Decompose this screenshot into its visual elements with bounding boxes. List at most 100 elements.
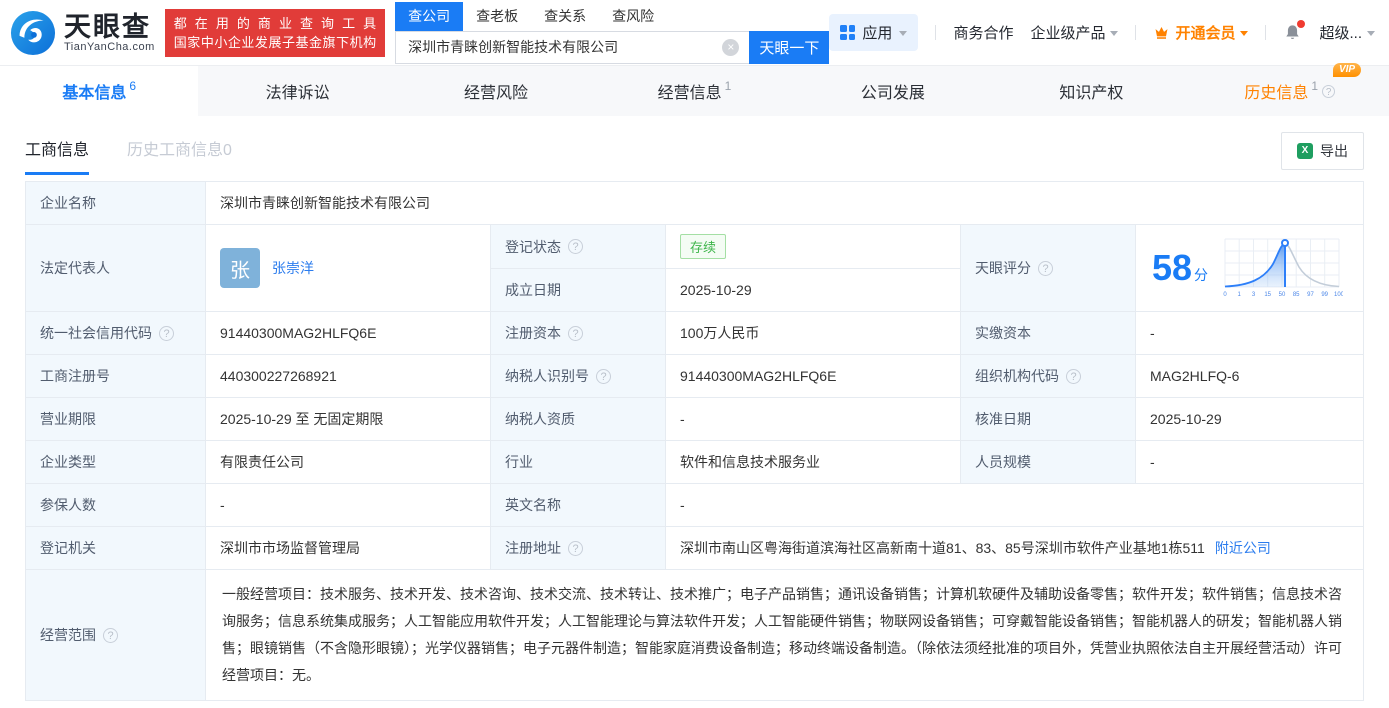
divider — [1135, 25, 1136, 40]
help-icon[interactable]: ? — [596, 369, 611, 384]
export-button[interactable]: X 导出 — [1281, 132, 1364, 170]
label-english-name: 英文名称 — [491, 484, 666, 527]
score-axis-tick: 0 — [1223, 292, 1227, 298]
value-staff-size: - — [1136, 441, 1364, 484]
value-credit-code: 91440300MAG2HLFQ6E — [206, 312, 491, 355]
score-axis-tick: 3 — [1252, 292, 1256, 298]
label-registered-capital: 注册资本 ? — [491, 312, 666, 355]
score-axis-tick: 100 — [1334, 292, 1343, 298]
apps-label: 应用 — [862, 22, 892, 43]
value-tianyan-score[interactable]: 58分 — [1136, 225, 1364, 312]
vip-badge: VIP — [1333, 63, 1361, 77]
apps-menu-button[interactable]: 应用 — [829, 14, 918, 51]
label-paid-capital: 实缴资本 — [961, 312, 1136, 355]
label-credit-code: 统一社会信用代码 ? — [26, 312, 206, 355]
help-icon[interactable]: ? — [159, 326, 174, 341]
value-approval-date: 2025-10-29 — [1136, 398, 1364, 441]
help-icon[interactable]: ? — [568, 239, 583, 254]
caret-down-icon — [899, 31, 907, 36]
business-info-table: 企业名称 深圳市青睐创新智能技术有限公司 法定代表人 张 张崇洋 登记状态 ? … — [25, 181, 1364, 701]
tab-intellectual-property[interactable]: 知识产权 — [992, 66, 1190, 116]
nav-open-vip[interactable]: 开通会员 — [1153, 22, 1248, 43]
value-paid-capital: - — [1136, 312, 1364, 355]
help-icon[interactable]: ? — [568, 326, 583, 341]
nearby-companies-link[interactable]: 附近公司 — [1215, 538, 1271, 558]
tab-legal-proceedings[interactable]: 法律诉讼 — [198, 66, 396, 116]
score-axis-tick: 50 — [1279, 292, 1286, 298]
tab-label: 基本信息 — [62, 79, 126, 103]
search-tab-company[interactable]: 查公司 — [395, 2, 463, 31]
score-axis-tick: 85 — [1293, 292, 1300, 298]
subtab-business-registration[interactable]: 工商信息 — [25, 136, 89, 175]
tab-basic-info[interactable]: 基本信息6 — [0, 66, 198, 116]
vip-crown-icon — [1153, 24, 1170, 41]
help-icon[interactable]: ? — [1066, 369, 1081, 384]
clear-search-icon[interactable]: × — [722, 39, 739, 56]
help-icon[interactable]: ? — [103, 628, 118, 643]
divider — [935, 25, 936, 40]
search-input[interactable] — [395, 31, 749, 64]
search-button[interactable]: 天眼一下 — [749, 31, 829, 64]
nav-account-label: 超级... — [1319, 22, 1362, 43]
label-approval-date: 核准日期 — [961, 398, 1136, 441]
tab-label: 经营风险 — [464, 79, 528, 103]
subtab-history-registration[interactable]: 历史工商信息0 — [127, 136, 232, 175]
help-icon[interactable]: ? — [1322, 85, 1335, 98]
value-registration-authority: 深圳市市场监督管理局 — [206, 527, 491, 570]
value-company-name: 深圳市青睐创新智能技术有限公司 — [206, 182, 1364, 225]
promo-banner-line1: 都在用的商业查询工具 — [174, 14, 376, 33]
value-insured-count: - — [206, 484, 491, 527]
help-icon[interactable]: ? — [568, 541, 583, 556]
score-number: 58分 — [1152, 247, 1208, 289]
header-nav: 应用 商务合作 企业级产品 开通会员 — [829, 14, 1375, 51]
tab-company-development[interactable]: 公司发展 — [794, 66, 992, 116]
tab-history-info[interactable]: 历史信息 1 ? VIP — [1191, 66, 1389, 116]
value-registered-address: 深圳市南山区粤海街道滨海社区高新南十道81、83、85号深圳市软件产业基地1栋5… — [666, 527, 1364, 570]
legal-rep-name-link[interactable]: 张崇洋 — [272, 258, 314, 278]
value-registration-status: 存续 — [666, 225, 961, 269]
value-industry: 软件和信息技术服务业 — [666, 441, 961, 484]
tab-label: 法律诉讼 — [266, 79, 330, 103]
tab-operation-info[interactable]: 经营信息1 — [595, 66, 793, 116]
promo-banner-line2: 国家中小企业发展子基金旗下机构 — [174, 33, 376, 52]
label-staff-size: 人员规模 — [961, 441, 1136, 484]
help-icon[interactable]: ? — [1038, 261, 1053, 276]
nav-business-cooperation[interactable]: 商务合作 — [953, 22, 1013, 43]
search-row: × 天眼一下 — [395, 31, 829, 64]
label-business-scope: 经营范围 ? — [26, 570, 206, 701]
label-organization-code: 组织机构代码 ? — [961, 355, 1136, 398]
apps-grid-icon — [840, 25, 855, 40]
value-taxpayer-id: 91440300MAG2HLFQ6E — [666, 355, 961, 398]
caret-down-icon — [1240, 31, 1248, 36]
score-distribution-chart: 0 1 3 15 50 85 97 99 100 — [1221, 233, 1343, 303]
label-registered-address: 注册地址 ? — [491, 527, 666, 570]
tianyancha-logo[interactable]: 天眼查 TianYanCha.com — [10, 10, 155, 56]
nav-account-menu[interactable]: 超级... — [1319, 22, 1375, 43]
search-tab-risk[interactable]: 查风险 — [599, 2, 667, 31]
label-industry: 行业 — [491, 441, 666, 484]
nav-enterprise-label: 企业级产品 — [1030, 22, 1105, 43]
label-establish-date: 成立日期 — [491, 269, 666, 312]
logo-domain: TianYanCha.com — [64, 41, 155, 53]
company-section-tabs: 基本信息6 法律诉讼 经营风险 经营信息1 公司发展 知识产权 历史信息 1 ?… — [0, 66, 1389, 116]
promo-banner: 都在用的商业查询工具 国家中小企业发展子基金旗下机构 — [165, 9, 385, 57]
subtab-row: 工商信息 历史工商信息0 X 导出 — [0, 116, 1389, 178]
search-block: 查公司 查老板 查关系 查风险 × 天眼一下 — [395, 2, 829, 64]
label-taxpayer-id: 纳税人识别号 ? — [491, 355, 666, 398]
label-registration-authority: 登记机关 — [26, 527, 206, 570]
value-organization-code: MAG2HLFQ-6 — [1136, 355, 1364, 398]
search-tab-relation[interactable]: 查关系 — [531, 2, 599, 31]
legal-rep-avatar[interactable]: 张 — [220, 248, 260, 288]
notifications-bell[interactable] — [1283, 23, 1302, 42]
nav-business-label: 商务合作 — [953, 22, 1013, 43]
score-axis-tick: 15 — [1264, 292, 1271, 298]
value-taxpayer-qualification: - — [666, 398, 961, 441]
tab-label: 知识产权 — [1059, 79, 1123, 103]
tab-label: 经营信息 — [658, 79, 722, 103]
nav-enterprise-products[interactable]: 企业级产品 — [1030, 22, 1118, 43]
search-tab-boss[interactable]: 查老板 — [463, 2, 531, 31]
top-bar: 天眼查 TianYanCha.com 都在用的商业查询工具 国家中小企业发展子基… — [0, 0, 1389, 66]
score-axis-tick: 99 — [1321, 292, 1328, 298]
tab-operation-risk[interactable]: 经营风险 — [397, 66, 595, 116]
logo-text: 天眼查 TianYanCha.com — [64, 13, 155, 53]
